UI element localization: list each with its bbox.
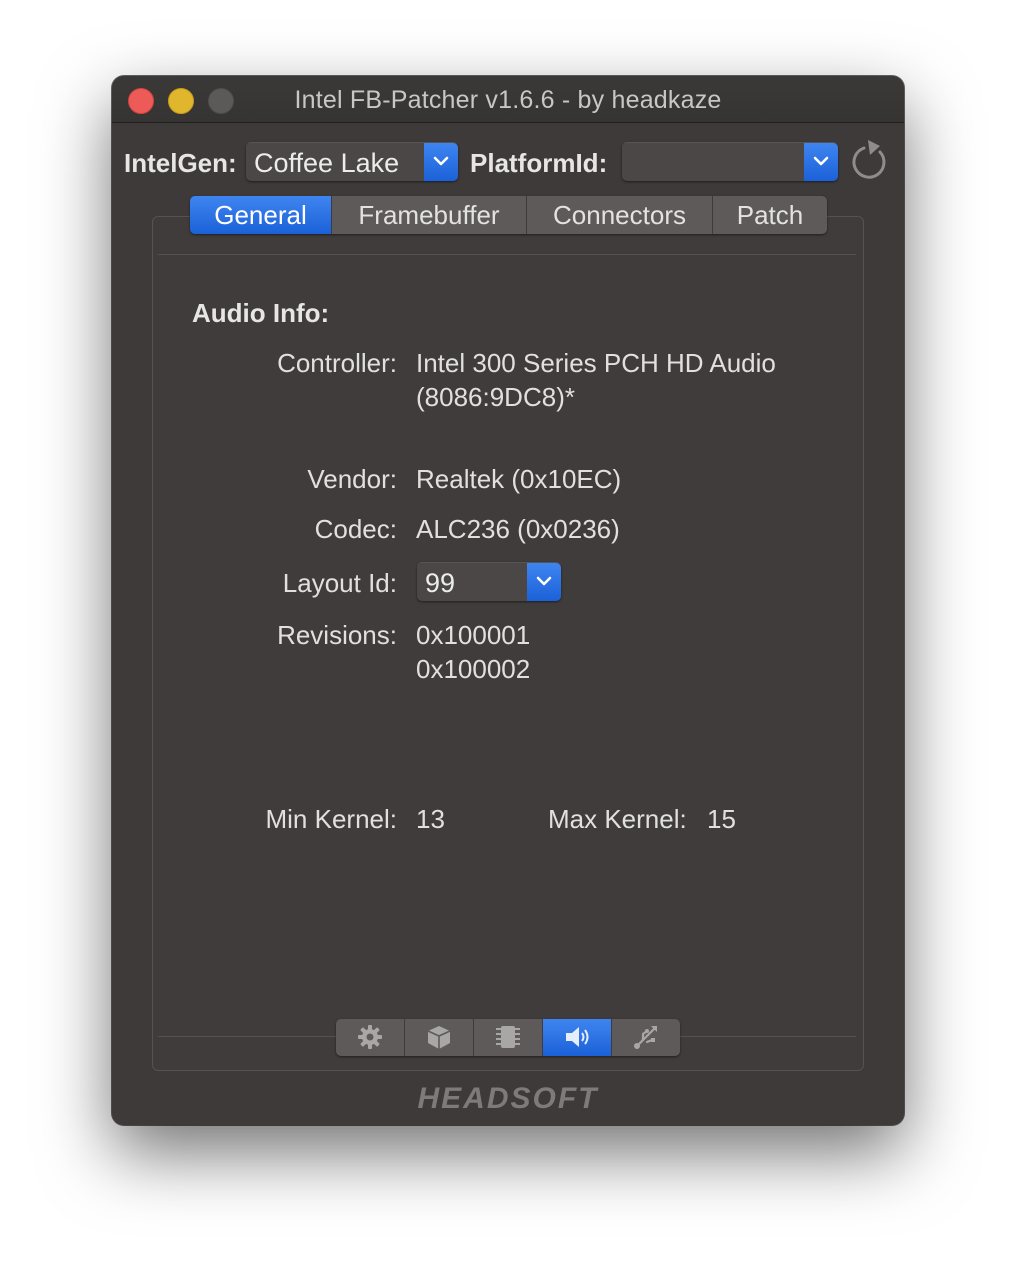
chip-icon <box>496 1026 520 1048</box>
tab-patch[interactable]: Patch <box>713 196 827 234</box>
vendor-value: Realtek (0x10EC) <box>416 464 622 494</box>
vendor-label: Vendor: <box>307 464 397 494</box>
layout-id-selected-value: 99 <box>425 568 456 598</box>
title-bar: Intel FB-Patcher v1.6.6 - by headkaze <box>112 76 904 123</box>
intelgen-label: IntelGen: <box>124 148 237 178</box>
gear-button[interactable] <box>336 1019 405 1056</box>
layout-id-select[interactable]: 99 <box>417 562 561 601</box>
codec-label: Codec: <box>314 514 397 544</box>
max-kernel-value: 15 <box>707 804 736 834</box>
max-kernel-label: Max Kernel: <box>548 804 687 834</box>
box-icon <box>427 1026 451 1049</box>
tab-connectors[interactable]: Connectors <box>527 196 713 234</box>
tab-bar: General Framebuffer Connectors Patch <box>190 196 827 234</box>
platformid-select[interactable] <box>622 142 838 181</box>
refresh-icon[interactable] <box>850 138 890 182</box>
tab-general[interactable]: General <box>190 196 332 234</box>
speaker-icon <box>566 1027 589 1047</box>
section-icon-bar <box>336 1019 680 1056</box>
window-title: Intel FB-Patcher v1.6.6 - by headkaze <box>294 86 722 114</box>
chevron-down-icon <box>804 143 838 181</box>
gear-icon <box>358 1025 382 1049</box>
usb-button[interactable] <box>612 1019 680 1056</box>
usb-icon <box>634 1026 657 1049</box>
min-kernel-value: 13 <box>416 804 445 834</box>
chip-button[interactable] <box>474 1019 543 1056</box>
controller-label: Controller: <box>277 348 397 378</box>
revision-value: 0x100002 <box>416 654 531 684</box>
codec-value: ALC236 (0x0236) <box>416 514 620 544</box>
chevron-down-icon <box>424 143 458 181</box>
min-kernel-label: Min Kernel: <box>265 804 398 834</box>
layout-id-label: Layout Id: <box>282 568 397 598</box>
box-button[interactable] <box>405 1019 474 1056</box>
audio-info-heading: Audio Info: <box>192 298 330 328</box>
speaker-button[interactable] <box>543 1019 612 1056</box>
intelgen-select[interactable]: Coffee Lake <box>246 142 458 181</box>
platformid-label: PlatformId: <box>470 148 608 178</box>
top-divider <box>158 254 856 255</box>
app-window: Intel FB-Patcher v1.6.6 - by headkaze In… <box>112 76 904 1125</box>
revision-value: 0x100001 <box>416 620 531 650</box>
controller-value-line1: Intel 300 Series PCH HD Audio <box>416 348 776 378</box>
intelgen-selected-value: Coffee Lake <box>254 148 400 178</box>
revisions-label: Revisions: <box>277 620 397 650</box>
chevron-down-icon <box>527 563 561 601</box>
controller-value-line2: (8086:9DC8)* <box>416 382 575 412</box>
headsoft-logo: HEADSOFT <box>417 1082 599 1115</box>
tab-framebuffer[interactable]: Framebuffer <box>332 196 527 234</box>
